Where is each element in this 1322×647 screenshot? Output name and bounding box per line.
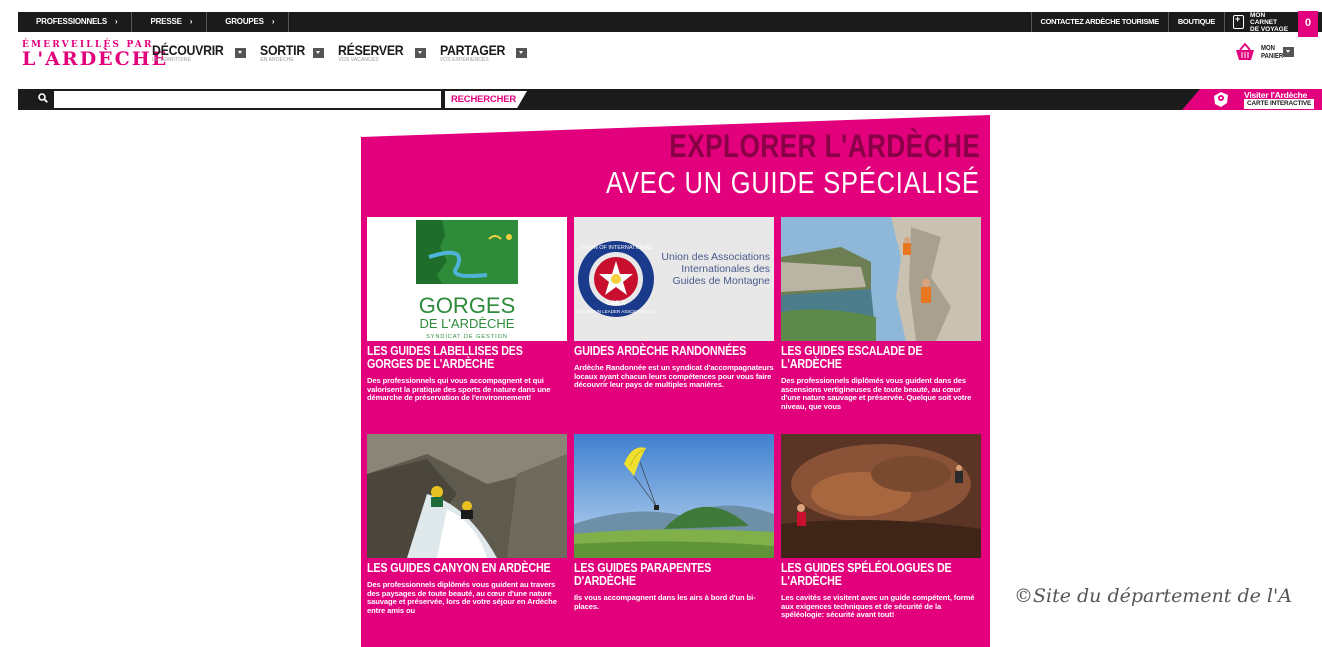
notebook-add-icon bbox=[1233, 14, 1244, 29]
guide-card-randonnees[interactable]: UNION OF INTERNATIONAL MOUNTAIN LEADER A… bbox=[574, 217, 774, 390]
topbar-link-presse[interactable]: PRESSE › bbox=[132, 12, 208, 32]
paragliding-photo bbox=[574, 434, 774, 558]
card-description: Des professionnels qui vous accompagnent… bbox=[367, 376, 551, 402]
card-title[interactable]: LES GUIDES ESCALADE DE L'ARDÈCHE bbox=[781, 345, 981, 371]
main-nav: DÉCOUVRIR LE TERRITOIRE SORTIR EN ARDÈCHE … bbox=[152, 42, 541, 63]
carte-interactive-button[interactable]: CARTE INTERACTIVE bbox=[1244, 99, 1315, 109]
search-bar: RECHERCHER Visiter l'Ardèche CARTE INTER… bbox=[18, 89, 1322, 110]
card-title[interactable]: LES GUIDES CANYON EN ARDÈCHE bbox=[367, 562, 567, 575]
canyon-photo bbox=[367, 434, 567, 558]
top-bar: PROFESSIONNELS › PRESSE › GROUPES › CONTACT… bbox=[18, 11, 1322, 37]
nav-item-partager[interactable]: PARTAGER VOS EXPÉRIENCES bbox=[440, 42, 527, 63]
nav-item-decouvrir[interactable]: DÉCOUVRIR LE TERRITOIRE bbox=[152, 42, 247, 63]
guide-card-parapente[interactable]: LES GUIDES PARAPENTES D'ARDÈCHE Ils vous… bbox=[574, 434, 774, 611]
card-title[interactable]: LES GUIDES PARAPENTES D'ARDÈCHE bbox=[574, 562, 774, 588]
nav-item-reserver[interactable]: RÉSERVER VOS VACANCES bbox=[338, 42, 426, 63]
basket-icon bbox=[1236, 43, 1254, 60]
carnet-de-voyage-button[interactable]: MON CARNETDE VOYAGE 0 bbox=[1224, 11, 1322, 37]
card-description: Les cavités se visitent avec un guide co… bbox=[781, 593, 975, 619]
search-button[interactable]: RECHERCHER bbox=[445, 91, 527, 108]
visit-ardeche-panel[interactable]: Visiter l'Ardèche CARTE INTERACTIVE bbox=[1182, 89, 1322, 110]
map-pin-icon bbox=[1214, 92, 1228, 107]
card-description: Ils vous accompagnent dans les airs à bo… bbox=[574, 593, 756, 611]
chevron-right-icon: › bbox=[271, 17, 275, 26]
search-input[interactable] bbox=[54, 91, 441, 108]
svg-text:UNION OF INTERNATIONAL: UNION OF INTERNATIONAL bbox=[580, 245, 652, 251]
boutique-link[interactable]: BOUTIQUE bbox=[1167, 12, 1224, 32]
topbar-link-professionnels[interactable]: PROFESSIONNELS › bbox=[18, 12, 133, 32]
panel-heading: EXPLORER L'ARDÈCHE bbox=[668, 128, 980, 164]
guide-card-escalade[interactable]: LES GUIDES ESCALADE DE L'ARDÈCHE Des pro… bbox=[781, 217, 981, 411]
svg-text:MOUNTAIN LEADER ASSOCIATIONS: MOUNTAIN LEADER ASSOCIATIONS bbox=[577, 309, 654, 314]
svg-text:GORGES: GORGES bbox=[419, 293, 516, 318]
cave-photo bbox=[781, 434, 981, 558]
dropdown-icon[interactable] bbox=[515, 48, 527, 58]
chevron-right-icon: › bbox=[189, 17, 193, 26]
nav-item-sortir[interactable]: SORTIR EN ARDÈCHE bbox=[260, 42, 325, 63]
card-title[interactable]: LES GUIDES SPÉLÉOLOGUES DE L'ARDÈCHE bbox=[781, 562, 981, 588]
carnet-count-badge: 0 bbox=[1298, 11, 1318, 37]
copyright-watermark: ©Site du département de l'A bbox=[1014, 585, 1292, 607]
dropdown-icon[interactable] bbox=[414, 48, 426, 58]
search-icon bbox=[38, 93, 48, 103]
card-title[interactable]: LES GUIDES LABELLISES DES GORGES DE L'AR… bbox=[367, 345, 567, 371]
uimla-logo: UNION OF INTERNATIONAL MOUNTAIN LEADER A… bbox=[574, 217, 774, 341]
card-description: Ardèche Randonnée est un syndicat d'acco… bbox=[574, 363, 774, 389]
panel-subheading: AVEC UN GUIDE SPÉCIALISÉ bbox=[606, 165, 980, 200]
climbing-photo bbox=[781, 217, 981, 341]
card-title[interactable]: GUIDES ARDÈCHE RANDONNÉES bbox=[574, 345, 774, 358]
contact-link[interactable]: CONTACTEZ ARDÈCHE TOURISME bbox=[1030, 12, 1168, 32]
topbar-link-groupes[interactable]: GROUPES › bbox=[207, 12, 290, 32]
guides-panel: EXPLORER L'ARDÈCHE AVEC UN GUIDE SPÉCIAL… bbox=[361, 115, 990, 647]
dropdown-icon[interactable] bbox=[1283, 47, 1294, 57]
guide-card-canyon[interactable]: LES GUIDES CANYON EN ARDÈCHE Des profess… bbox=[367, 434, 567, 615]
gorges-logo: GORGES DE L'ARDÈCHE SYNDICAT DE GESTION bbox=[367, 217, 567, 341]
card-description: Des professionnels diplômés vous guident… bbox=[367, 580, 557, 615]
guide-card-gorges[interactable]: GORGES DE L'ARDÈCHE SYNDICAT DE GESTION … bbox=[367, 217, 567, 403]
card-description: Des professionnels diplômés vous guident… bbox=[781, 376, 972, 411]
site-logo[interactable]: ÉMERVEILLÉS PAR L'ARDÈCHE bbox=[22, 40, 166, 70]
svg-text:SYNDICAT DE GESTION: SYNDICAT DE GESTION bbox=[426, 334, 508, 340]
chevron-right-icon: › bbox=[115, 17, 118, 26]
dropdown-icon[interactable] bbox=[235, 48, 247, 58]
svg-text:UIMLA: UIMLA bbox=[607, 301, 627, 307]
svg-text:DE L'ARDÈCHE: DE L'ARDÈCHE bbox=[420, 316, 515, 331]
panier-button[interactable]: MON PANIER bbox=[1234, 43, 1294, 61]
dropdown-icon[interactable] bbox=[313, 48, 325, 58]
guide-card-speleo[interactable]: LES GUIDES SPÉLÉOLOGUES DE L'ARDÈCHE Les… bbox=[781, 434, 981, 620]
